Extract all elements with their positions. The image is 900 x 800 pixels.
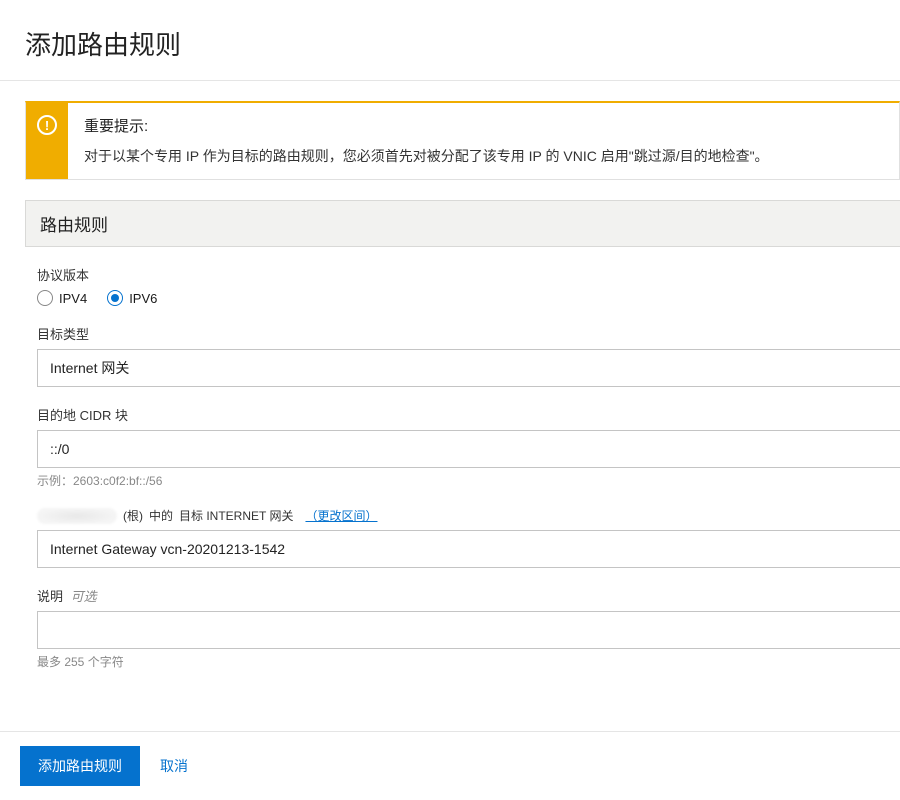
protocol-field: 协议版本 IPV4 IPV6 [37,265,900,306]
dialog-footer: 添加路由规则 取消 [0,731,900,800]
compartment-target-label: 目标 INTERNET 网关 [179,507,293,524]
protocol-radio-group: IPV4 IPV6 [37,290,900,306]
protocol-label: 协议版本 [37,265,900,284]
compartment-root-suffix: (根) [123,507,143,524]
target-type-label: 目标类型 [37,324,900,343]
warning-icon: ! [37,115,57,135]
submit-button[interactable]: 添加路由规则 [20,746,140,786]
compartment-label-row: (根) 中的 目标 INTERNET 网关 （更改区间） [37,507,900,524]
alert-body: 重要提示: 对于以某个专用 IP 作为目标的路由规则，您必须首先对被分配了该专用… [68,103,899,179]
radio-icon [107,290,123,306]
compartment-name-redacted [37,508,117,524]
radio-icon [37,290,53,306]
dialog-content: ! 重要提示: 对于以某个专用 IP 作为目标的路由规则，您必须首先对被分配了该… [0,81,900,706]
cidr-input[interactable] [37,430,900,468]
description-field: 说明 可选 最多 255 个字符 [37,586,900,670]
section-header: 路由规则 [25,200,900,247]
cidr-field: 目的地 CIDR 块 示例：2603:c0f2:bf::/56 [37,405,900,489]
compartment-field: (根) 中的 目标 INTERNET 网关 （更改区间） Internet Ga… [37,507,900,568]
form-body: 协议版本 IPV4 IPV6 目标类型 Internet 网关 目的地 CIDR… [25,247,900,706]
target-type-field: 目标类型 Internet 网关 [37,324,900,387]
radio-ipv6[interactable]: IPV6 [107,290,157,306]
description-label: 说明 可选 [37,586,900,605]
radio-ipv4[interactable]: IPV4 [37,290,87,306]
description-optional: 可选 [71,589,97,604]
page-title: 添加路由规则 [25,25,875,62]
target-type-select[interactable]: Internet 网关 [37,349,900,387]
cidr-label: 目的地 CIDR 块 [37,405,900,424]
dialog-header: 添加路由规则 [0,0,900,81]
target-gateway-select[interactable]: Internet Gateway vcn-20201213-1542 [37,530,900,568]
change-compartment-link[interactable]: （更改区间） [305,507,377,524]
important-alert: ! 重要提示: 对于以某个专用 IP 作为目标的路由规则，您必须首先对被分配了该… [25,101,900,180]
radio-label-ipv4: IPV4 [59,291,87,306]
compartment-middle: 中的 [149,507,173,524]
description-label-text: 说明 [37,589,63,604]
alert-description: 对于以某个专用 IP 作为目标的路由规则，您必须首先对被分配了该专用 IP 的 … [84,146,883,167]
alert-title: 重要提示: [84,115,883,136]
radio-label-ipv6: IPV6 [129,291,157,306]
cidr-help: 示例：2603:c0f2:bf::/56 [37,472,900,489]
cancel-button[interactable]: 取消 [160,756,188,776]
description-help: 最多 255 个字符 [37,653,900,670]
alert-icon-box: ! [26,103,68,179]
description-input[interactable] [37,611,900,649]
